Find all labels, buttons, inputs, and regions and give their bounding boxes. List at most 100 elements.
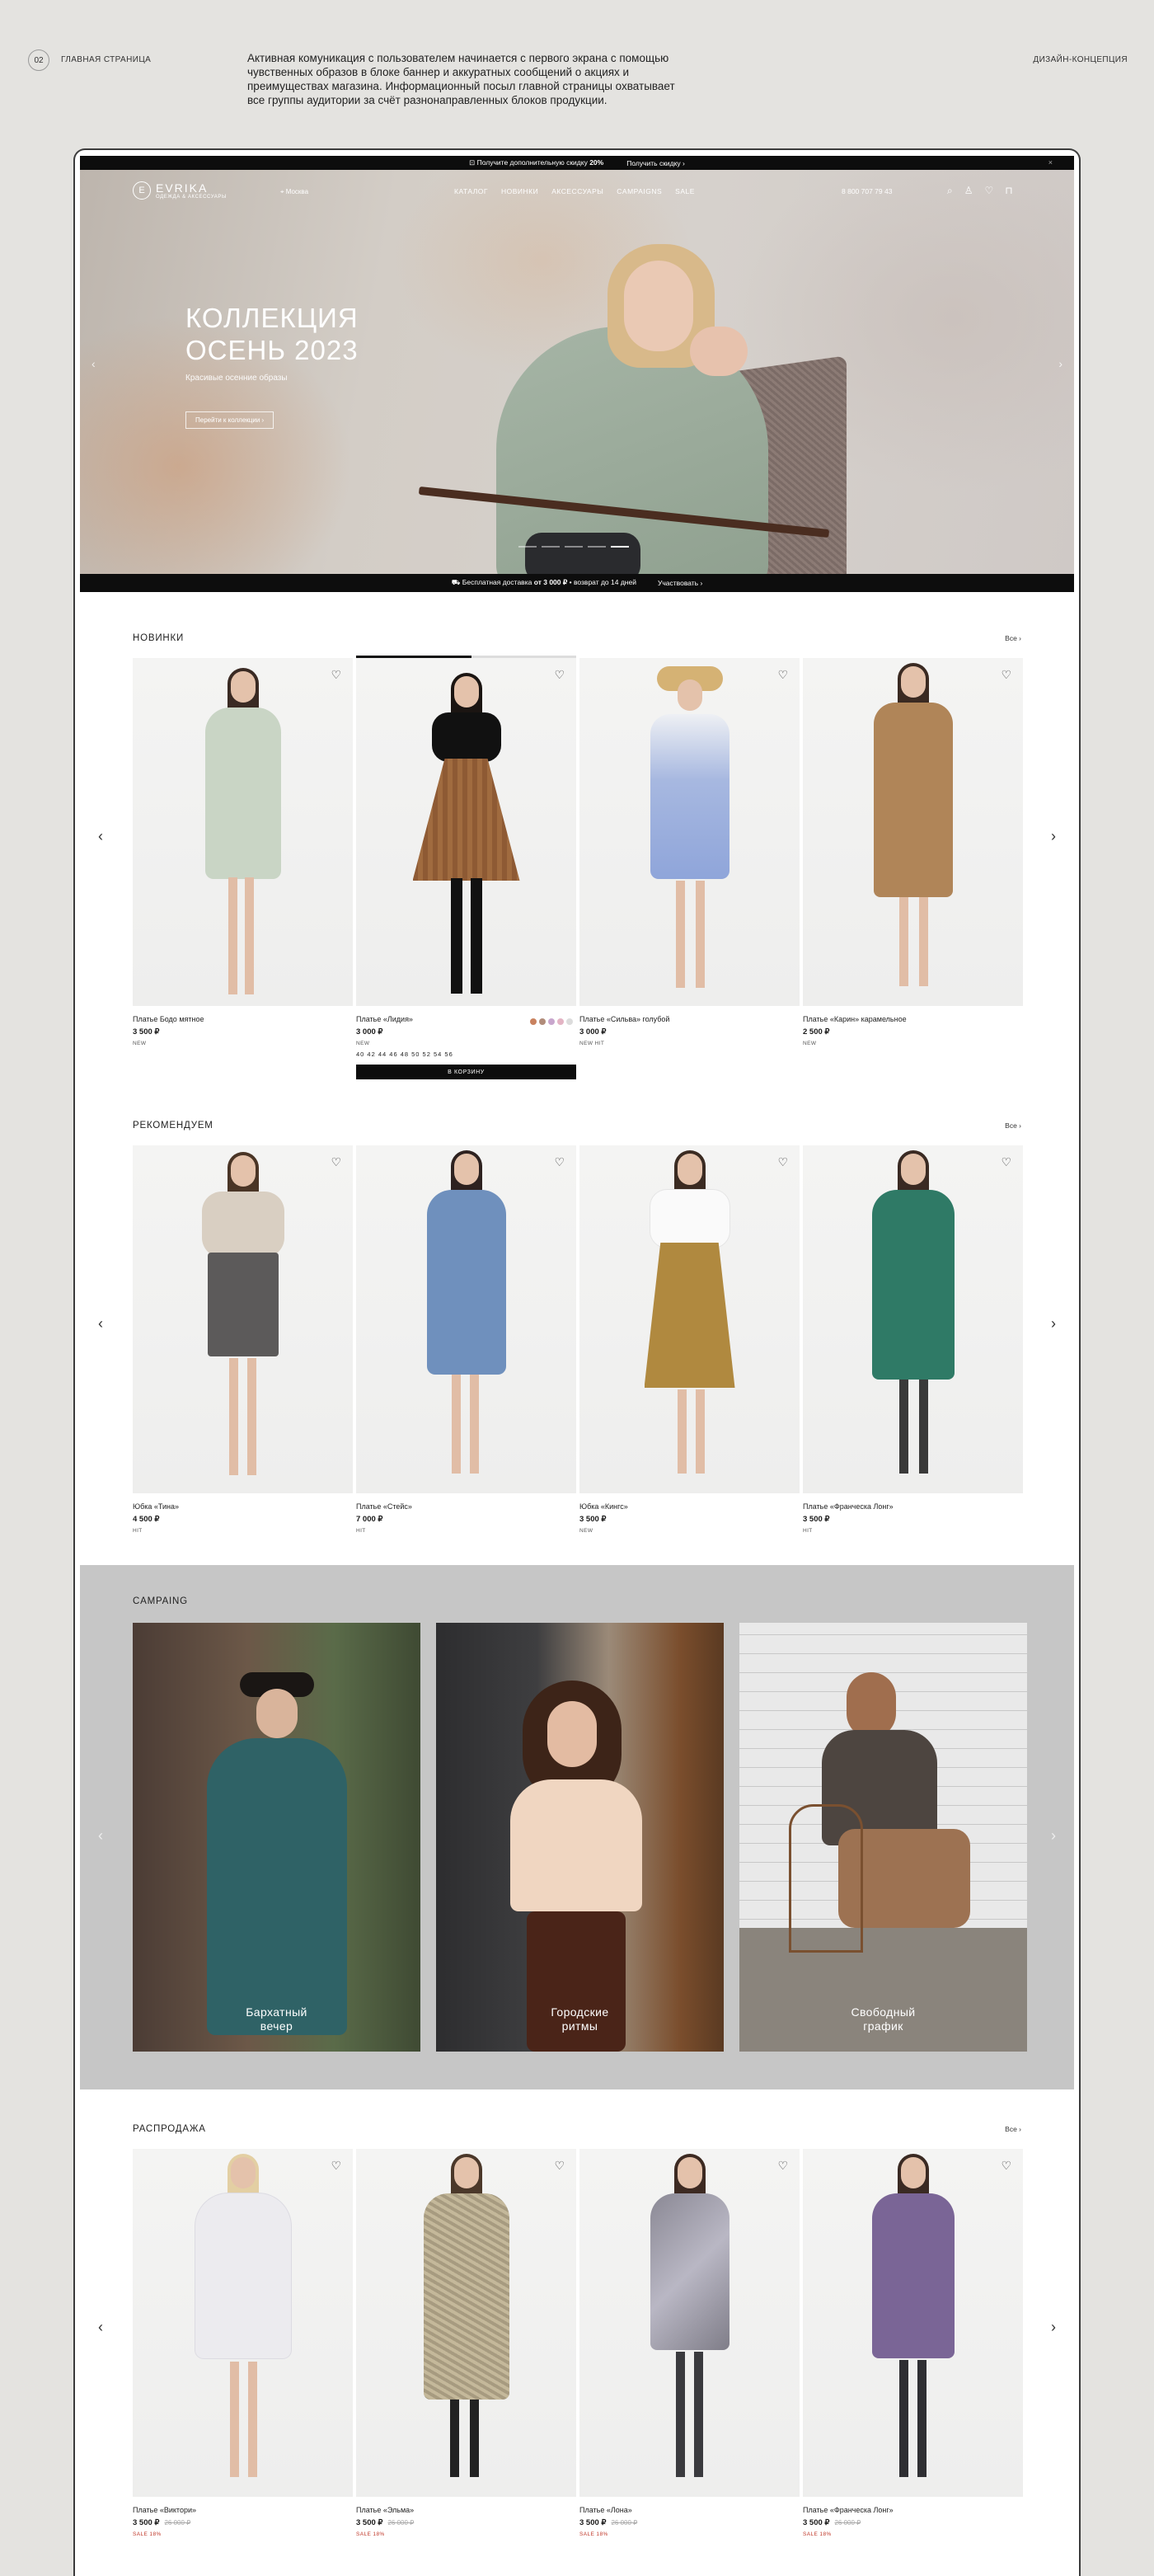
close-icon[interactable]: × [1048,158,1053,167]
nav-icons: ⌕ ♙ ♡ ⊓ [947,185,1013,197]
user-icon[interactable]: ♙ [964,185,973,197]
slider-dot[interactable] [542,546,560,548]
see-all-link[interactable]: Все › [1005,1121,1021,1130]
heart-icon[interactable]: ♡ [777,1155,788,1169]
browser-frame: ⊡ Получите дополнительную скидку 20% Пол… [73,148,1081,2576]
arrow-left-icon[interactable]: ‹ [98,828,103,845]
arrow-right-icon[interactable]: › [1051,1827,1056,1845]
slider-dot[interactable] [518,546,537,548]
logo[interactable]: E EVRIKA ОДЕЖДА & АКСЕССУАРЫ [133,181,227,200]
section-description: Активная комуникация с пользователем нач… [247,52,675,106]
see-all-link[interactable]: Все › [1005,2125,1021,2133]
product-card[interactable]: ♡ Платье «Сильва» голубой 3 000 ₽ NEW HI… [579,658,800,1079]
product-badge: NEW [803,1041,817,1046]
product-card[interactable]: ♡ Платье «Лона» 3 500 ₽26 000 ₽ SALE 18% [579,2149,800,2537]
arrow-right-icon[interactable]: › [1051,2319,1056,2336]
heart-icon[interactable]: ♡ [985,185,994,197]
promo-text: ⊡ Получите дополнительную скидку 20% [469,158,604,167]
arrow-left-icon[interactable]: ‹ [98,1827,103,1845]
product-image[interactable]: ♡ [133,1145,353,1493]
product-card[interactable]: ♡ Юбка «Тина» 4 500 ₽ HIT [133,1145,353,1534]
product-name: Платье «Франческа Лонг» [803,1502,894,1511]
product-card[interactable]: ♡ Платье «Виктори» 3 500 ₽26 000 ₽ SALE … [133,2149,353,2537]
product-card[interactable]: ♡ Платье «Франческа Лонг» 3 500 ₽ HIT [803,1145,1023,1534]
concept-label: ДИЗАЙН-КОНЦЕПЦИЯ [1033,55,1128,64]
phone-number[interactable]: 8 800 707 79 43 [842,187,892,195]
shipping-link[interactable]: Участвовать › [658,579,702,587]
nav-item-catalog[interactable]: КАТАЛОГ [454,187,488,195]
product-price: 3 500 ₽26 000 ₽ [579,2518,638,2527]
product-name: Платье Бодо мятное [133,1015,204,1023]
hero-cta-button[interactable]: Перейти к коллекции › [185,411,274,429]
nav-item-new[interactable]: НОВИНКИ [501,187,538,195]
heart-icon[interactable]: ♡ [331,668,341,682]
section-title: РЕКОМЕНДУЕМ [133,1121,213,1131]
color-swatch[interactable] [539,1018,546,1025]
product-image[interactable]: ♡ [133,2149,353,2497]
product-image[interactable]: ♡ [356,2149,576,2497]
product-image[interactable]: ♡ [803,2149,1023,2497]
product-image[interactable]: ♡ [579,1145,800,1493]
color-swatch[interactable] [557,1018,564,1025]
heart-icon[interactable]: ♡ [777,2159,788,2173]
product-name: Платье «Эльма» [356,2506,415,2514]
color-swatch[interactable] [548,1018,555,1025]
nav-item-campaigns[interactable]: CAMPAIGNS [617,187,662,195]
product-price: 7 000 ₽ [356,1515,383,1524]
hero-next-arrow[interactable]: › [1058,357,1063,370]
promo-link[interactable]: Получить скидку › [626,159,685,167]
product-card[interactable]: ♡ Платье «Эльма» 3 500 ₽26 000 ₽ SALE 18… [356,2149,576,2537]
city-selector[interactable]: ⌖ Москва [280,188,308,196]
heart-icon[interactable]: ♡ [554,1155,565,1169]
logo-subtitle: ОДЕЖДА & АКСЕССУАРЫ [156,195,227,200]
product-image[interactable]: ♡ [356,658,576,1006]
product-card[interactable]: ♡ Платье «Франческа Лонг» 3 500 ₽26 000 … [803,2149,1023,2537]
product-image[interactable]: ♡ [579,658,800,1006]
product-image[interactable]: ♡ [803,1145,1023,1493]
slider-dot-active[interactable] [611,546,629,548]
color-swatch[interactable] [566,1018,573,1025]
product-image[interactable]: ♡ [133,658,353,1006]
arrow-left-icon[interactable]: ‹ [98,1315,103,1333]
heart-icon[interactable]: ♡ [331,1155,341,1169]
campaign-card[interactable]: Бархатный вечер [133,1623,420,2052]
product-image[interactable]: ♡ [356,1145,576,1493]
nav-item-sale[interactable]: SALE [675,187,695,195]
product-name: Платье «Лона» [579,2506,632,2514]
product-image[interactable]: ♡ [803,658,1023,1006]
arrow-left-icon[interactable]: ‹ [98,2319,103,2336]
slider-dot[interactable] [588,546,606,548]
product-card[interactable]: ♡ Платье Бодо мятное 3 500 ₽ NEW [133,658,353,1079]
product-card[interactable]: ♡ Юбка «Кингс» 3 500 ₽ NEW [579,1145,800,1534]
product-card[interactable]: ♡ Платье «Лидия» 3 000 ₽ NEW 40 42 44 46… [356,656,576,1079]
product-badge: NEW [579,1528,593,1534]
heart-icon[interactable]: ♡ [554,2159,565,2173]
heart-icon[interactable]: ♡ [777,668,788,682]
heart-icon[interactable]: ♡ [1001,1155,1011,1169]
search-icon[interactable]: ⌕ [947,185,953,197]
add-to-cart-button[interactable]: В КОРЗИНУ [356,1065,576,1079]
campaign-card[interactable]: Свободный график [739,1623,1027,2052]
arrow-right-icon[interactable]: › [1051,828,1056,845]
section-label: ГЛАВНАЯ СТРАНИЦА [61,55,152,64]
bag-icon[interactable]: ⊓ [1005,185,1012,197]
size-options[interactable]: 40 42 44 46 48 50 52 54 56 [356,1051,576,1058]
product-price: 3 500 ₽26 000 ₽ [133,2518,191,2527]
campaign-card[interactable]: Городские ритмы [436,1623,724,2052]
hero-prev-arrow[interactable]: ‹ [91,357,96,370]
arrow-right-icon[interactable]: › [1051,1315,1056,1333]
heart-icon[interactable]: ♡ [331,2159,341,2173]
slider-dot[interactable] [565,546,583,548]
product-card[interactable]: ♡ Платье «Карин» карамельное 2 500 ₽ NEW [803,658,1023,1079]
color-swatches [530,1018,573,1025]
product-price: 3 500 ₽ [133,1027,160,1037]
product-image[interactable]: ♡ [579,2149,800,2497]
heart-icon[interactable]: ♡ [1001,668,1011,682]
see-all-link[interactable]: Все › [1005,634,1021,642]
heart-icon[interactable]: ♡ [1001,2159,1011,2173]
product-price: 2 500 ₽ [803,1027,830,1037]
product-card[interactable]: ♡ Платье «Стейс» 7 000 ₽ HIT [356,1145,576,1534]
color-swatch[interactable] [530,1018,537,1025]
nav-item-accessories[interactable]: АКСЕССУАРЫ [551,187,603,195]
heart-icon[interactable]: ♡ [554,668,565,682]
